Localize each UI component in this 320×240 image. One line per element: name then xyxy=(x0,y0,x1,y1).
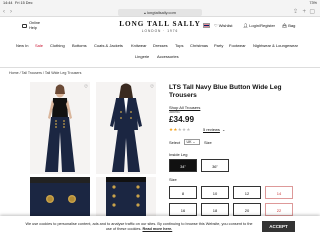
online-help-label: Online Help xyxy=(29,21,41,30)
brand-subtitle: LONDON · 1976 xyxy=(141,29,179,33)
heart-icon: ♡ xyxy=(214,23,218,28)
size-heading: Size xyxy=(169,177,177,182)
nav-item-knitwear[interactable]: Knitwear xyxy=(131,43,147,48)
share-icon[interactable]: ⇪ xyxy=(293,9,298,15)
uk-flag-icon[interactable] xyxy=(203,23,210,28)
chevron-down-icon[interactable]: ⌄ xyxy=(222,127,225,132)
battery-level: 73% xyxy=(309,1,317,5)
online-help-link[interactable]: Online Help xyxy=(22,21,40,30)
category-nav: New In Sale Clothing Bottoms Coats & Jac… xyxy=(0,42,320,51)
nav-item-new-in[interactable]: New In xyxy=(16,43,28,48)
size-button-14[interactable]: 14 xyxy=(265,186,293,199)
nav-item-dresses[interactable]: Dresses xyxy=(153,43,168,48)
size-button-12[interactable]: 12 xyxy=(233,186,261,199)
nav-item-coats-jackets[interactable]: Coats & Jackets xyxy=(94,43,123,48)
size-region-select[interactable]: UK ⌄ xyxy=(184,139,200,145)
login-link[interactable]: 👤︎ Login/Register xyxy=(243,23,275,28)
inside-leg-label: Inside Leg xyxy=(169,152,188,157)
browser-toolbar: ‹ › 🔒︎longtallsally.com ⇪ + ▢ xyxy=(0,7,320,17)
site-header: Online Help LONG TALL SALLY LONDON · 197… xyxy=(0,17,320,39)
header-divider xyxy=(0,67,320,68)
cookie-message: We use cookies to personalise content, a… xyxy=(25,222,253,232)
breadcrumb[interactable]: Home / Tall Trousers / Tall Wide Leg Tro… xyxy=(9,71,81,75)
nav-item-footwear[interactable]: Footwear xyxy=(229,43,246,48)
tabs-icon[interactable]: ▢ xyxy=(309,9,315,15)
accept-cookies-button[interactable]: ACCEPT xyxy=(262,221,295,232)
product-code: 385957 xyxy=(169,110,181,114)
size-button-8[interactable]: 8 xyxy=(169,186,197,199)
new-tab-icon[interactable]: + xyxy=(302,9,306,15)
product-image-front[interactable]: ♡ xyxy=(30,82,90,174)
forward-icon[interactable]: › xyxy=(10,9,12,15)
size-label: Size xyxy=(204,140,212,145)
size-button-18[interactable]: 18 xyxy=(201,203,229,216)
category-nav-row2: Lingerie Accessories xyxy=(0,53,320,61)
size-button-16[interactable]: 16 xyxy=(169,203,197,216)
reviews-link[interactable]: 5 reviews xyxy=(203,127,220,132)
star-icon: ★ xyxy=(186,127,191,132)
nav-item-accessories[interactable]: Accessories xyxy=(157,54,179,59)
status-time: 14:44 xyxy=(3,1,13,5)
cookie-read-more-link[interactable]: Read more here. xyxy=(142,227,172,231)
bag-icon: 👜︎ xyxy=(282,23,288,28)
size-button-22[interactable]: 22 xyxy=(265,203,293,216)
back-icon[interactable]: ‹ xyxy=(3,9,5,15)
star-rating[interactable]: ★★★★★ xyxy=(169,127,191,133)
chat-icon xyxy=(22,23,27,28)
user-icon: 👤︎ xyxy=(243,23,249,28)
nav-item-christmas[interactable]: Christmas xyxy=(190,43,208,48)
inside-leg-34-button[interactable]: 34" xyxy=(169,159,197,172)
model-front-image xyxy=(30,82,90,174)
cookie-banner: We use cookies to personalise content, a… xyxy=(0,216,320,240)
select-label: Select xyxy=(169,140,181,145)
lock-icon: 🔒︎ xyxy=(144,10,146,15)
size-region-value: UK xyxy=(186,140,192,144)
wishlist-label: Wishlist xyxy=(218,23,233,28)
cookie-text: We use cookies to personalise content, a… xyxy=(25,222,253,231)
url-text: longtallsally.com xyxy=(146,9,176,15)
login-label: Login/Register xyxy=(249,23,275,28)
nav-item-lingerie[interactable]: Lingerie xyxy=(135,54,149,59)
nav-item-tops[interactable]: Tops xyxy=(175,43,183,48)
address-bar[interactable]: 🔒︎longtallsally.com xyxy=(118,8,202,16)
site-logo[interactable]: LONG TALL SALLY LONDON · 1976 xyxy=(110,20,210,33)
device-status-bar: 14:44 Fri 15 Dec 73% xyxy=(0,0,320,7)
nav-item-nightwear[interactable]: Nightwear & Loungewear xyxy=(253,43,298,48)
size-button-10[interactable]: 10 xyxy=(201,186,229,199)
product-price: £34.99 xyxy=(169,115,195,124)
size-button-20[interactable]: 20 xyxy=(233,203,261,216)
product-image-outfit[interactable]: ♡ xyxy=(96,82,156,174)
nav-item-bottoms[interactable]: Bottoms xyxy=(72,43,87,48)
heart-icon[interactable]: ♡ xyxy=(150,84,154,89)
model-outfit-image xyxy=(96,82,156,174)
bag-label: Bag xyxy=(288,23,296,28)
heart-icon[interactable]: ♡ xyxy=(84,84,88,89)
wishlist-link[interactable]: ♡ Wishlist xyxy=(214,23,233,28)
nav-item-clothing[interactable]: Clothing xyxy=(50,43,65,48)
status-date: Fri 15 Dec xyxy=(15,1,33,5)
inside-leg-36-button[interactable]: 36" xyxy=(201,159,229,172)
product-title: LTS Tall Navy Blue Button Wide Leg Trous… xyxy=(169,84,282,99)
brand-name: LONG TALL SALLY xyxy=(119,20,201,28)
nav-item-sale[interactable]: Sale xyxy=(35,43,43,48)
bag-link[interactable]: 👜︎ Bag xyxy=(282,23,295,28)
nav-item-party[interactable]: Party xyxy=(214,43,223,48)
